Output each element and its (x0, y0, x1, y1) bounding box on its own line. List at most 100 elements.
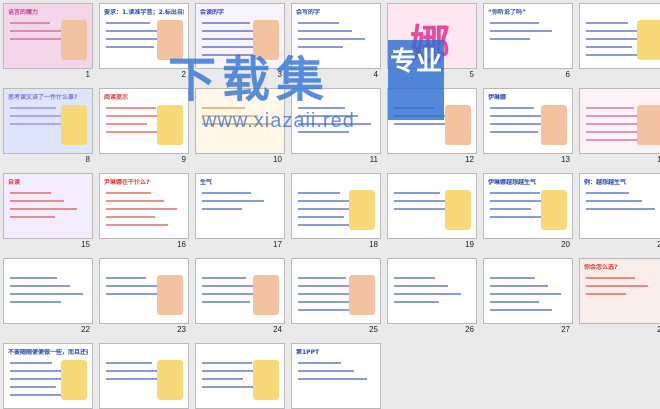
slide-number: 27 (561, 325, 570, 334)
slide-thumbnail[interactable]: 自读 (3, 173, 93, 239)
slide-illustration (253, 275, 279, 315)
slide-cell[interactable]: 24 (195, 258, 285, 337)
slide-cell[interactable]: “你听说了吗” 6 (483, 3, 573, 82)
slide-number: 6 (565, 70, 570, 79)
slide-text-line (394, 192, 440, 194)
slide-cell[interactable]: 生气 17 (195, 173, 285, 252)
slide-cell[interactable]: 你会怎么选?28 (579, 258, 660, 337)
slide-thumbnail[interactable] (387, 173, 477, 239)
slide-text-line (202, 192, 251, 194)
slide-number: 10 (273, 155, 282, 164)
slide-title: 生气 (200, 179, 213, 186)
slide-cell[interactable]: 7 (579, 3, 660, 82)
slide-cell[interactable]: 19 (387, 173, 477, 252)
slide-number: 17 (273, 240, 282, 249)
slide-text-line (10, 285, 70, 287)
slide-number: 23 (177, 325, 186, 334)
slide-number: 25 (369, 325, 378, 334)
slide-cell[interactable]: 25 (291, 258, 381, 337)
slide-cell[interactable]: 27 (483, 258, 573, 337)
slide-title: 自读 (8, 179, 21, 186)
slide-cell[interactable]: 22 (3, 258, 93, 337)
slide-thumbnail[interactable] (387, 258, 477, 324)
slide-text-line (586, 277, 635, 279)
slide-cell[interactable]: 30 (99, 343, 189, 409)
slide-illustration (253, 360, 279, 400)
slide-number: 8 (85, 155, 90, 164)
slide-thumbnail[interactable]: 伊琳娜越想越生气 (483, 173, 573, 239)
slide-thumbnail[interactable]: 语言的魔力 (3, 3, 93, 69)
slide-number: 9 (181, 155, 186, 164)
slide-cell[interactable]: 尹琳娜在干什么? 16 (99, 173, 189, 252)
slide-thumbnail[interactable] (291, 173, 381, 239)
slide-number: 5 (469, 70, 474, 79)
slide-illustration (61, 105, 87, 145)
slide-thumbnail[interactable]: 不要随随便便做一些，而且还要做到一些。 (3, 343, 93, 409)
slide-number: 22 (81, 325, 90, 334)
slide-text-line (202, 362, 252, 364)
slide-thumbnail[interactable] (195, 343, 285, 409)
slide-cell[interactable]: 第1PPT32 (291, 343, 381, 409)
slide-illustration (637, 105, 660, 145)
slide-cell[interactable]: 18 (291, 173, 381, 252)
slide-text-line (586, 208, 655, 210)
slide-thumbnail[interactable] (99, 258, 189, 324)
slide-thumbnail[interactable] (195, 258, 285, 324)
slide-number: 24 (273, 325, 282, 334)
slide-text-line (490, 30, 552, 32)
slide-text-line (586, 285, 648, 287)
slide-text-line (298, 200, 353, 202)
slide-thumbnail[interactable] (579, 3, 660, 69)
slide-thumbnail[interactable]: 例：越想越生气 (579, 173, 660, 239)
slide-thumbnail[interactable] (3, 258, 93, 324)
slide-thumbnail[interactable]: “你听说了吗” (483, 3, 573, 69)
slide-thumbnail[interactable]: 生气 (195, 173, 285, 239)
slide-text-line (10, 362, 52, 364)
slide-thumbnail[interactable]: 思考课文讲了一件什么事? (3, 88, 93, 154)
slide-cell[interactable]: 伊琳娜越想越生气 20 (483, 173, 573, 252)
slide-text-line (106, 200, 164, 202)
slide-cell[interactable]: 例：越想越生气21 (579, 173, 660, 252)
slide-text-line (298, 30, 352, 32)
slide-title: 不要随随便便做一些，而且还要做到一些。 (8, 349, 88, 356)
slide-thumbnail[interactable]: 你会怎么选? (579, 258, 660, 324)
slide-number: 1 (85, 70, 90, 79)
slide-text-line (586, 293, 626, 295)
slide-text-line (490, 277, 535, 279)
slide-cell[interactable]: 14 (579, 88, 660, 167)
slide-text-line (586, 22, 628, 24)
slide-thumbnail[interactable] (291, 258, 381, 324)
slide-text-line (106, 107, 156, 109)
slide-cell[interactable]: 语言的魔力 1 (3, 3, 93, 82)
slide-text-line (106, 216, 155, 218)
slide-number: 4 (373, 70, 378, 79)
slide-illustration (157, 105, 183, 145)
slide-thumbnail[interactable] (579, 88, 660, 154)
slide-text-line (10, 386, 56, 388)
slide-cell[interactable]: 伊琳娜 13 (483, 88, 573, 167)
slide-text-line (586, 192, 629, 194)
slide-illustration (349, 190, 375, 230)
slide-cell[interactable]: 思考课文讲了一件什么事? 8 (3, 88, 93, 167)
slide-illustration (541, 105, 567, 145)
slide-text-line (490, 285, 548, 287)
slide-text-line (10, 277, 57, 279)
slide-cell[interactable]: 不要随随便便做一些，而且还要做到一些。29 (3, 343, 93, 409)
slide-cell[interactable]: 23 (99, 258, 189, 337)
slide-text-line (586, 30, 641, 32)
slide-thumbnail[interactable]: 伊琳娜 (483, 88, 573, 154)
slide-title: “你听说了吗” (488, 9, 526, 16)
slide-cell[interactable]: 26 (387, 258, 477, 337)
slide-thumbnail[interactable]: 第1PPT (291, 343, 381, 409)
slide-text-line (394, 293, 461, 295)
slide-cell[interactable]: 自读 15 (3, 173, 93, 252)
slide-number: 13 (561, 155, 570, 164)
slide-illustration (445, 105, 471, 145)
slide-cell[interactable]: 31 (195, 343, 285, 409)
slide-text-line (202, 386, 256, 388)
slide-thumbnail[interactable] (99, 343, 189, 409)
slide-text-line (298, 362, 341, 364)
slide-thumbnail[interactable] (483, 258, 573, 324)
slide-text-line (394, 277, 435, 279)
slide-thumbnail[interactable]: 尹琳娜在干什么? (99, 173, 189, 239)
